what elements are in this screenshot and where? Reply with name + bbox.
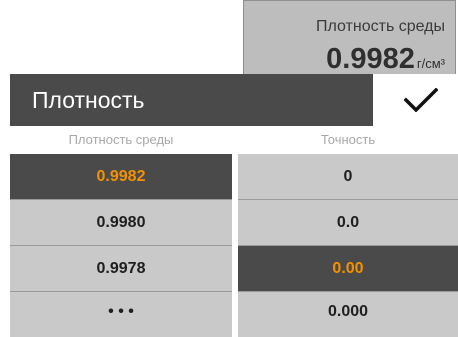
precision-option[interactable]: 0.00 <box>238 246 458 292</box>
density-option[interactable]: 0.9982 <box>10 154 232 200</box>
precision-option[interactable]: 0 <box>238 154 458 200</box>
precision-option[interactable]: 0.0 <box>238 200 458 246</box>
density-option[interactable]: 0.9980 <box>10 200 232 246</box>
precision-column-header: Точность <box>320 132 376 147</box>
precision-option[interactable]: 0.000 <box>238 292 458 337</box>
summary-card: Плотность среды 0.9982 г/см³ <box>243 0 456 84</box>
density-picker[interactable]: 0.9982 0.9980 0.9978 • • • <box>10 154 232 337</box>
checkmark-icon <box>404 88 438 112</box>
summary-value-row: 0.9982 г/см³ <box>326 43 445 76</box>
header-title: Плотность <box>32 87 145 113</box>
summary-title: Плотность среды <box>315 18 445 35</box>
precision-picker[interactable]: 0 0.0 0.00 0.000 <box>238 154 458 337</box>
summary-unit: г/см³ <box>416 56 445 71</box>
density-column-header: Плотность среды <box>68 132 174 147</box>
density-option[interactable]: 0.9978 <box>10 246 232 292</box>
confirm-button[interactable] <box>373 74 458 126</box>
summary-value: 0.9982 <box>326 43 415 75</box>
density-more-option[interactable]: • • • <box>10 292 232 337</box>
